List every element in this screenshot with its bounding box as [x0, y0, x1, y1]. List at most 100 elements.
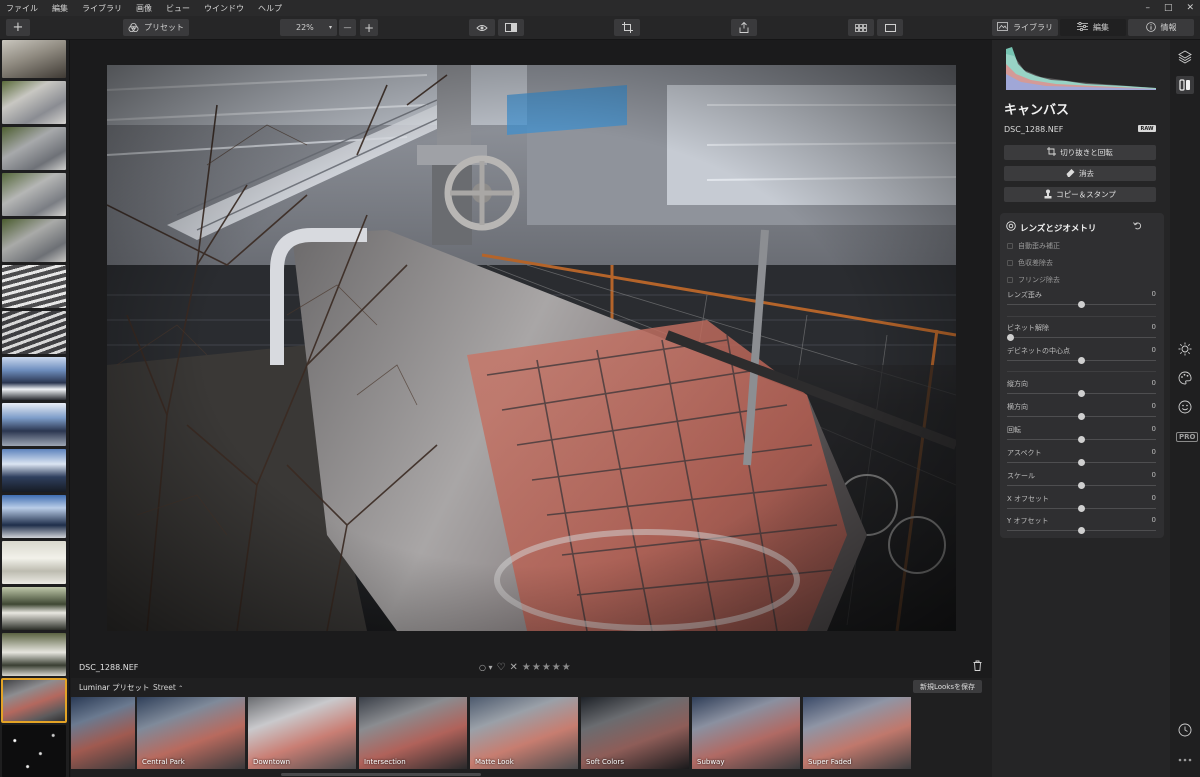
tool-header[interactable]: レンズとジオメトリ: [1006, 221, 1096, 234]
slider-knob[interactable]: [1078, 413, 1085, 420]
clone-stamp-button[interactable]: コピー＆スタンプ: [1004, 187, 1156, 202]
share-button[interactable]: [731, 19, 757, 36]
tab-edit[interactable]: 編集: [1060, 19, 1126, 36]
single-view-button[interactable]: [877, 19, 903, 36]
filmstrip-thumb[interactable]: [2, 219, 66, 262]
grid-icon: [855, 23, 867, 32]
menu-file[interactable]: ファイル: [6, 3, 38, 14]
filmstrip-thumb[interactable]: [2, 127, 66, 170]
menu-bar: ファイル 編集 ライブラリ 画像 ビュー ウインドウ ヘルプ – □ ✕: [0, 0, 1200, 16]
filmstrip-thumb[interactable]: [2, 173, 66, 216]
filmstrip-thumb[interactable]: [2, 265, 66, 308]
add-images-button[interactable]: +: [6, 19, 30, 36]
face-icon[interactable]: [1176, 398, 1194, 416]
gallery-view-button[interactable]: [848, 19, 874, 36]
filmstrip-thumb[interactable]: [2, 495, 66, 538]
slider-devignette-center[interactable]: デビネットの中心点 0: [1007, 346, 1156, 366]
slider-knob[interactable]: [1078, 436, 1085, 443]
menu-window[interactable]: ウインドウ: [204, 3, 244, 14]
slider-knob[interactable]: [1078, 301, 1085, 308]
compare-button[interactable]: [498, 19, 524, 36]
trash-icon[interactable]: [973, 660, 982, 673]
tab-info[interactable]: 情報: [1128, 19, 1194, 36]
history-clock-icon[interactable]: [1176, 721, 1194, 739]
preset-category-select[interactable]: Street ⌃: [153, 683, 183, 692]
slider-knob[interactable]: [1078, 390, 1085, 397]
menu-edit[interactable]: 編集: [52, 3, 68, 14]
maximize-button[interactable]: □: [1164, 3, 1173, 13]
crop-button[interactable]: [614, 19, 640, 36]
minimize-button[interactable]: –: [1145, 3, 1150, 13]
undo-icon[interactable]: [1133, 221, 1142, 232]
slider-knob[interactable]: [1078, 482, 1085, 489]
preview-eye-button[interactable]: [469, 19, 495, 36]
zoom-in-button[interactable]: +: [360, 19, 378, 36]
slider-knob[interactable]: [1078, 527, 1085, 534]
preset-tile[interactable]: Intersection: [359, 697, 467, 769]
filmstrip-thumb[interactable]: [2, 449, 66, 492]
slider-value: 0: [1151, 346, 1156, 354]
slider-horizontal[interactable]: 横方向 0: [1007, 402, 1156, 422]
preset-tile[interactable]: Super Faded: [803, 697, 911, 769]
flag-select[interactable]: ○ ▾: [479, 663, 493, 672]
close-button[interactable]: ✕: [1186, 3, 1194, 13]
heart-icon[interactable]: ♡: [497, 662, 506, 673]
defringe-checkbox[interactable]: フリンジ除去: [1007, 275, 1060, 285]
tab-edit-label: 編集: [1093, 23, 1109, 32]
slider-knob[interactable]: [1078, 459, 1085, 466]
star-rating[interactable]: ★★★★★: [522, 662, 572, 673]
canvas-tools-icon[interactable]: [1176, 76, 1194, 94]
slider-devignette[interactable]: ビネット解除 0: [1007, 323, 1156, 343]
filmstrip-thumb[interactable]: [2, 587, 66, 630]
preset-tile[interactable]: Soft Colors: [581, 697, 689, 769]
slider-rotate[interactable]: 回転 0: [1007, 425, 1156, 445]
chromatic-aberration-checkbox[interactable]: 色収差除去: [1007, 258, 1053, 268]
menu-image[interactable]: 画像: [136, 3, 152, 14]
reject-icon[interactable]: ✕: [510, 662, 518, 673]
filmstrip-thumb[interactable]: [2, 311, 66, 354]
slider-label: Y オフセット: [1007, 517, 1049, 525]
slider-knob[interactable]: [1078, 357, 1085, 364]
presets-scrollbar[interactable]: [281, 773, 481, 776]
zoom-out-button[interactable]: —: [339, 19, 356, 36]
filmstrip-thumb[interactable]: [2, 541, 66, 584]
pro-badge[interactable]: PRO: [1176, 432, 1199, 442]
filmstrip-thumb[interactable]: [2, 81, 66, 124]
filmstrip-thumb[interactable]: [2, 357, 66, 400]
palette-icon[interactable]: [1176, 369, 1194, 387]
filmstrip-thumb[interactable]: [2, 40, 66, 78]
main-photo[interactable]: [107, 65, 956, 631]
slider-y-offset[interactable]: Y オフセット 0: [1007, 516, 1156, 536]
layers-icon[interactable]: [1176, 48, 1194, 66]
slider-label: 回転: [1007, 426, 1021, 434]
slider-knob[interactable]: [1078, 505, 1085, 512]
preset-tile[interactable]: Central Park: [137, 697, 245, 769]
preset-tile[interactable]: [71, 697, 135, 769]
preset-tile[interactable]: Downtown: [248, 697, 356, 769]
menu-help[interactable]: ヘルプ: [258, 3, 282, 14]
menu-library[interactable]: ライブラリ: [82, 3, 122, 14]
tab-library[interactable]: ライブラリ: [992, 19, 1058, 36]
crop-rotate-button[interactable]: 切り抜きと回転: [1004, 145, 1156, 160]
preset-tile[interactable]: Subway: [692, 697, 800, 769]
slider-vertical[interactable]: 縦方向 0: [1007, 379, 1156, 399]
zoom-select[interactable]: 22% ▾: [280, 19, 337, 36]
filmstrip-thumb-selected[interactable]: [1, 678, 67, 723]
slider-lens-distortion[interactable]: レンズ歪み 0: [1007, 290, 1156, 310]
save-looks-button[interactable]: 新規Looksを保存: [912, 680, 982, 693]
presets-button[interactable]: プリセット: [123, 19, 189, 36]
auto-distortion-checkbox[interactable]: 自動歪み補正: [1007, 241, 1060, 251]
slider-aspect[interactable]: アスペクト 0: [1007, 448, 1156, 468]
filmstrip-thumb[interactable]: [2, 725, 66, 777]
sun-icon[interactable]: [1176, 340, 1194, 358]
filmstrip-thumb[interactable]: [2, 633, 66, 676]
preset-tile[interactable]: Matte Look: [470, 697, 578, 769]
erase-button[interactable]: 消去: [1004, 166, 1156, 181]
menu-view[interactable]: ビュー: [166, 3, 190, 14]
slider-track[interactable]: [1007, 337, 1156, 338]
slider-scale[interactable]: スケール 0: [1007, 471, 1156, 491]
slider-knob[interactable]: [1007, 334, 1014, 341]
more-options-icon[interactable]: [1176, 751, 1194, 769]
filmstrip-thumb[interactable]: [2, 403, 66, 446]
slider-x-offset[interactable]: X オフセット 0: [1007, 494, 1156, 514]
